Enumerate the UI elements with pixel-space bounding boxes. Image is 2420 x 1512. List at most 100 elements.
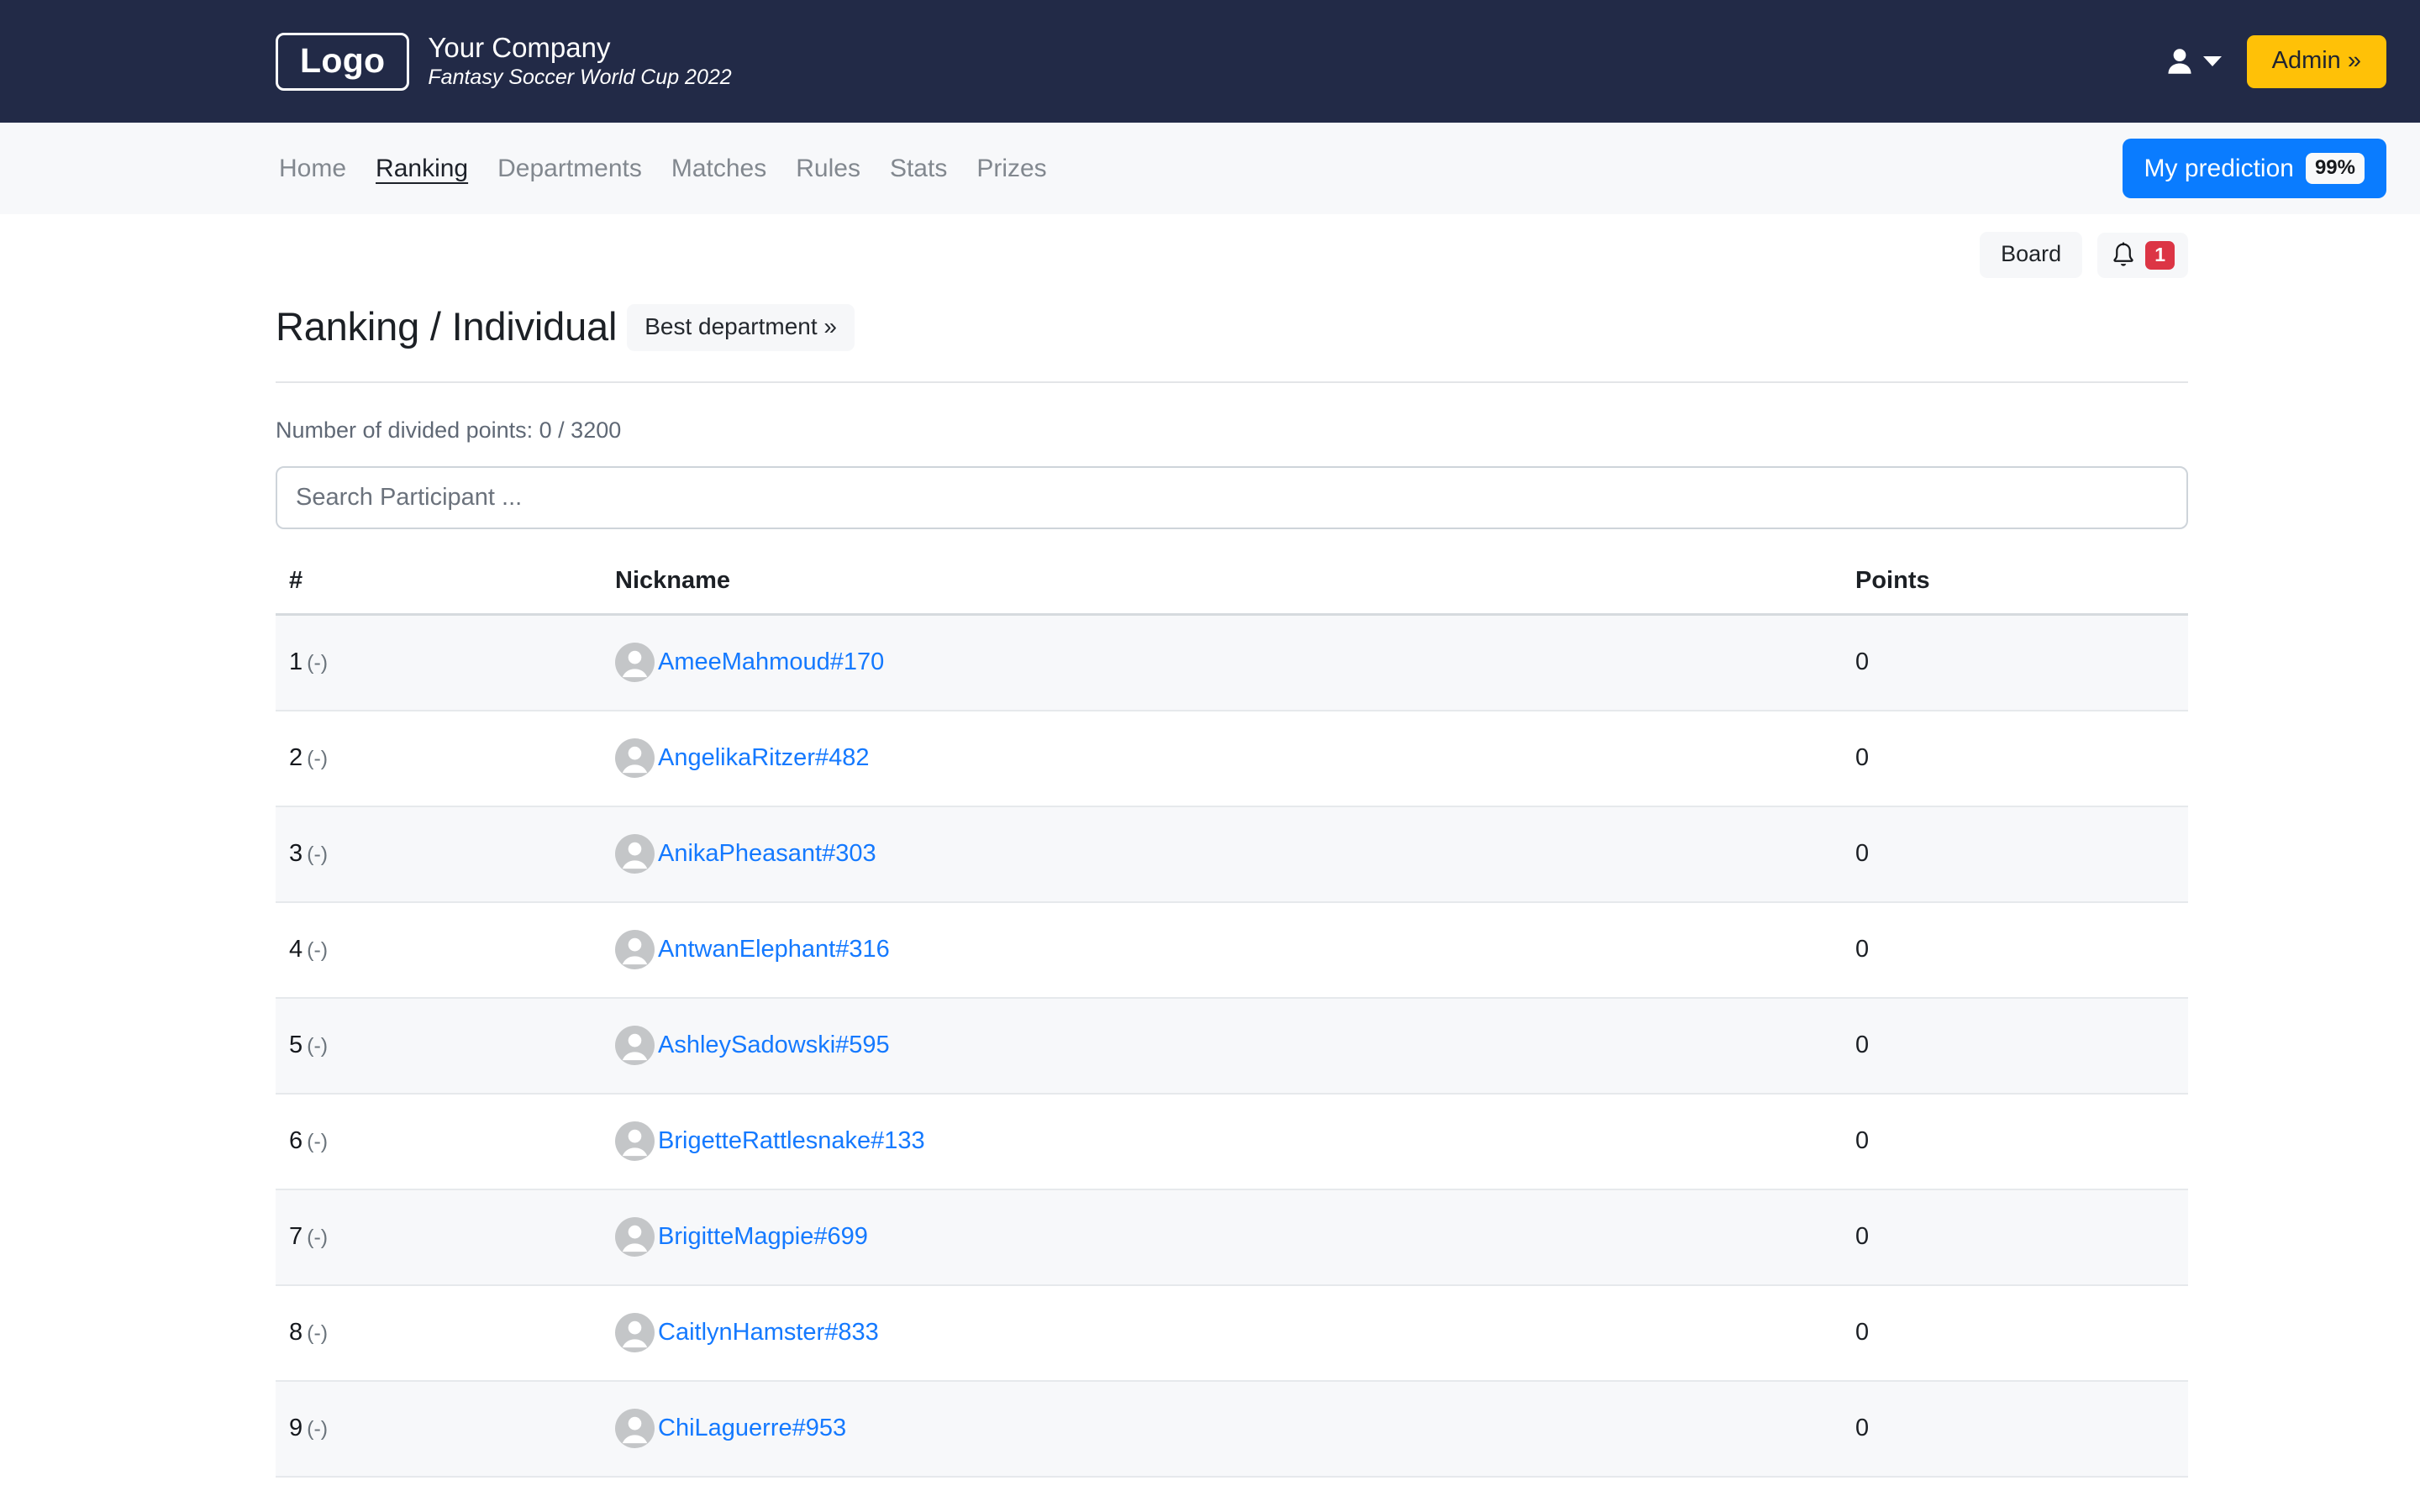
bell-icon bbox=[2111, 241, 2136, 269]
header-actions: Admin » bbox=[2167, 34, 2386, 88]
rank-number: 4 bbox=[289, 936, 303, 963]
nickname-wrapper: AmeeMahmoud#170 bbox=[615, 643, 1835, 683]
brand-text-block: Your Company Fantasy Soccer World Cup 20… bbox=[428, 32, 731, 91]
nav-item-ranking[interactable]: Ranking bbox=[376, 155, 468, 183]
cell-nickname: AnikaPheasant#303 bbox=[571, 806, 1835, 903]
main-content: Ranking / Individual Best department » N… bbox=[276, 302, 2188, 1478]
rank-number: 5 bbox=[289, 1032, 303, 1058]
table-row: 3 (-) AnikaPheasant#303 0 bbox=[276, 806, 2188, 903]
cell-rank: 1 (-) bbox=[276, 614, 571, 711]
notification-count-badge: 1 bbox=[2145, 240, 2175, 270]
nickname-wrapper: BrigetteRattlesnake#133 bbox=[615, 1121, 1835, 1161]
board-button[interactable]: Board bbox=[1980, 232, 2083, 278]
table-row: 5 (-) AshleySadowski#595 0 bbox=[276, 997, 2188, 1095]
table-row: 8 (-) CaitlynHamster#833 0 bbox=[276, 1284, 2188, 1382]
best-department-button[interactable]: Best department » bbox=[627, 304, 855, 351]
avatar bbox=[615, 1313, 655, 1352]
rank-change: (-) bbox=[307, 651, 329, 675]
search-input[interactable] bbox=[276, 466, 2188, 529]
user-icon bbox=[2167, 48, 2192, 75]
ranking-table-head: # Nickname Points bbox=[276, 555, 2188, 616]
participant-link[interactable]: AshleySadowski#595 bbox=[658, 1032, 890, 1059]
rank-change: (-) bbox=[307, 1417, 329, 1441]
cell-nickname: CaitlynHamster#833 bbox=[571, 1284, 1835, 1382]
participant-link[interactable]: CaitlynHamster#833 bbox=[658, 1319, 879, 1347]
secondary-toolbar: Board 1 bbox=[0, 214, 2420, 278]
ranking-table: # Nickname Points 1 (-) AmeeMahmoud#170 0 2(… bbox=[276, 555, 2188, 1478]
column-header-nickname[interactable]: Nickname bbox=[571, 555, 1835, 616]
title-divider bbox=[276, 381, 2188, 383]
cell-nickname: AngelikaRitzer#482 bbox=[571, 710, 1835, 807]
avatar bbox=[615, 1409, 655, 1448]
avatar bbox=[615, 1026, 655, 1065]
nickname-wrapper: AnikaPheasant#303 bbox=[615, 834, 1835, 874]
nickname-wrapper: AngelikaRitzer#482 bbox=[615, 738, 1835, 778]
nav-item-rules[interactable]: Rules bbox=[796, 155, 860, 183]
cell-nickname: BrigitteMagpie#699 bbox=[571, 1189, 1835, 1286]
company-name: Your Company bbox=[428, 31, 611, 63]
cell-points: 0 bbox=[1835, 1093, 2188, 1190]
notifications-button[interactable]: 1 bbox=[2097, 232, 2188, 278]
avatar bbox=[615, 1217, 655, 1257]
nav-item-stats[interactable]: Stats bbox=[890, 155, 947, 183]
cell-points: 0 bbox=[1835, 1284, 2188, 1382]
rank-change: (-) bbox=[307, 747, 329, 770]
nav-item-departments[interactable]: Departments bbox=[497, 155, 642, 183]
nav-item-matches[interactable]: Matches bbox=[671, 155, 766, 183]
cell-points: 0 bbox=[1835, 997, 2188, 1095]
table-header-row: # Nickname Points bbox=[276, 555, 2188, 616]
cell-rank: 3 (-) bbox=[276, 806, 571, 903]
cell-points: 0 bbox=[1835, 614, 2188, 711]
participant-link[interactable]: BrigitteMagpie#699 bbox=[658, 1223, 868, 1251]
avatar bbox=[615, 834, 655, 874]
rank-number: 2 bbox=[289, 744, 303, 771]
avatar bbox=[615, 930, 655, 969]
nickname-wrapper: AntwanElephant#316 bbox=[615, 930, 1835, 969]
participant-link[interactable]: BrigetteRattlesnake#133 bbox=[658, 1127, 925, 1155]
cell-rank: 4 (-) bbox=[276, 901, 571, 999]
participant-link[interactable]: AngelikaRitzer#482 bbox=[658, 744, 869, 772]
rank-number: 1 bbox=[289, 648, 303, 676]
divided-points-text: Number of divided points: 0 / 3200 bbox=[276, 417, 622, 443]
rank-number: 8 bbox=[289, 1319, 303, 1346]
participant-link[interactable]: ChiLaguerre#953 bbox=[658, 1415, 846, 1442]
nickname-wrapper: CaitlynHamster#833 bbox=[615, 1313, 1835, 1352]
cell-nickname: BrigetteRattlesnake#133 bbox=[571, 1093, 1835, 1190]
cell-nickname: AmeeMahmoud#170 bbox=[571, 614, 1835, 711]
cell-rank: 9 (-) bbox=[276, 1380, 571, 1478]
rank-change: (-) bbox=[307, 938, 329, 962]
my-prediction-button[interactable]: My prediction 99% bbox=[2122, 139, 2386, 198]
main-navigation: Home Ranking Departments Matches Rules S… bbox=[0, 123, 2420, 214]
nav-links: Home Ranking Departments Matches Rules S… bbox=[279, 155, 1047, 183]
nav-item-prizes[interactable]: Prizes bbox=[976, 155, 1046, 183]
my-prediction-badge: 99% bbox=[2305, 153, 2365, 184]
nickname-wrapper: BrigitteMagpie#699 bbox=[615, 1217, 1835, 1257]
header-brand: Logo Your Company Fantasy Soccer World C… bbox=[276, 32, 732, 91]
cell-points: 0 bbox=[1835, 710, 2188, 807]
rank-change: (-) bbox=[307, 843, 329, 866]
cell-points: 0 bbox=[1835, 901, 2188, 999]
rank-change: (-) bbox=[307, 1226, 329, 1249]
participant-link[interactable]: AmeeMahmoud#170 bbox=[658, 648, 884, 676]
cell-rank: 8 (-) bbox=[276, 1284, 571, 1382]
column-header-rank[interactable]: # bbox=[276, 555, 571, 616]
table-row: 2 (-) AngelikaRitzer#482 0 bbox=[276, 710, 2188, 807]
participant-link[interactable]: AntwanElephant#316 bbox=[658, 936, 890, 963]
nav-item-home[interactable]: Home bbox=[279, 155, 346, 183]
nickname-wrapper: AshleySadowski#595 bbox=[615, 1026, 1835, 1065]
participant-link[interactable]: AnikaPheasant#303 bbox=[658, 840, 876, 868]
avatar bbox=[615, 1121, 655, 1161]
logo[interactable]: Logo bbox=[276, 32, 410, 91]
app-header: Logo Your Company Fantasy Soccer World C… bbox=[0, 0, 2420, 123]
column-header-points[interactable]: Points bbox=[1835, 555, 2188, 616]
page-title: Ranking / Individual bbox=[276, 303, 618, 349]
cell-nickname: ChiLaguerre#953 bbox=[571, 1380, 1835, 1478]
chevron-down-icon bbox=[2202, 56, 2222, 66]
cell-rank: 5 (-) bbox=[276, 997, 571, 1095]
ranking-table-body: 1 (-) AmeeMahmoud#170 0 2 (-) AngelikaRitzer#4… bbox=[276, 614, 2188, 1478]
cell-rank: 2 (-) bbox=[276, 710, 571, 807]
avatar bbox=[615, 643, 655, 683]
user-menu[interactable] bbox=[2167, 48, 2222, 75]
cell-nickname: AntwanElephant#316 bbox=[571, 901, 1835, 999]
admin-button[interactable]: Admin » bbox=[2246, 34, 2386, 88]
